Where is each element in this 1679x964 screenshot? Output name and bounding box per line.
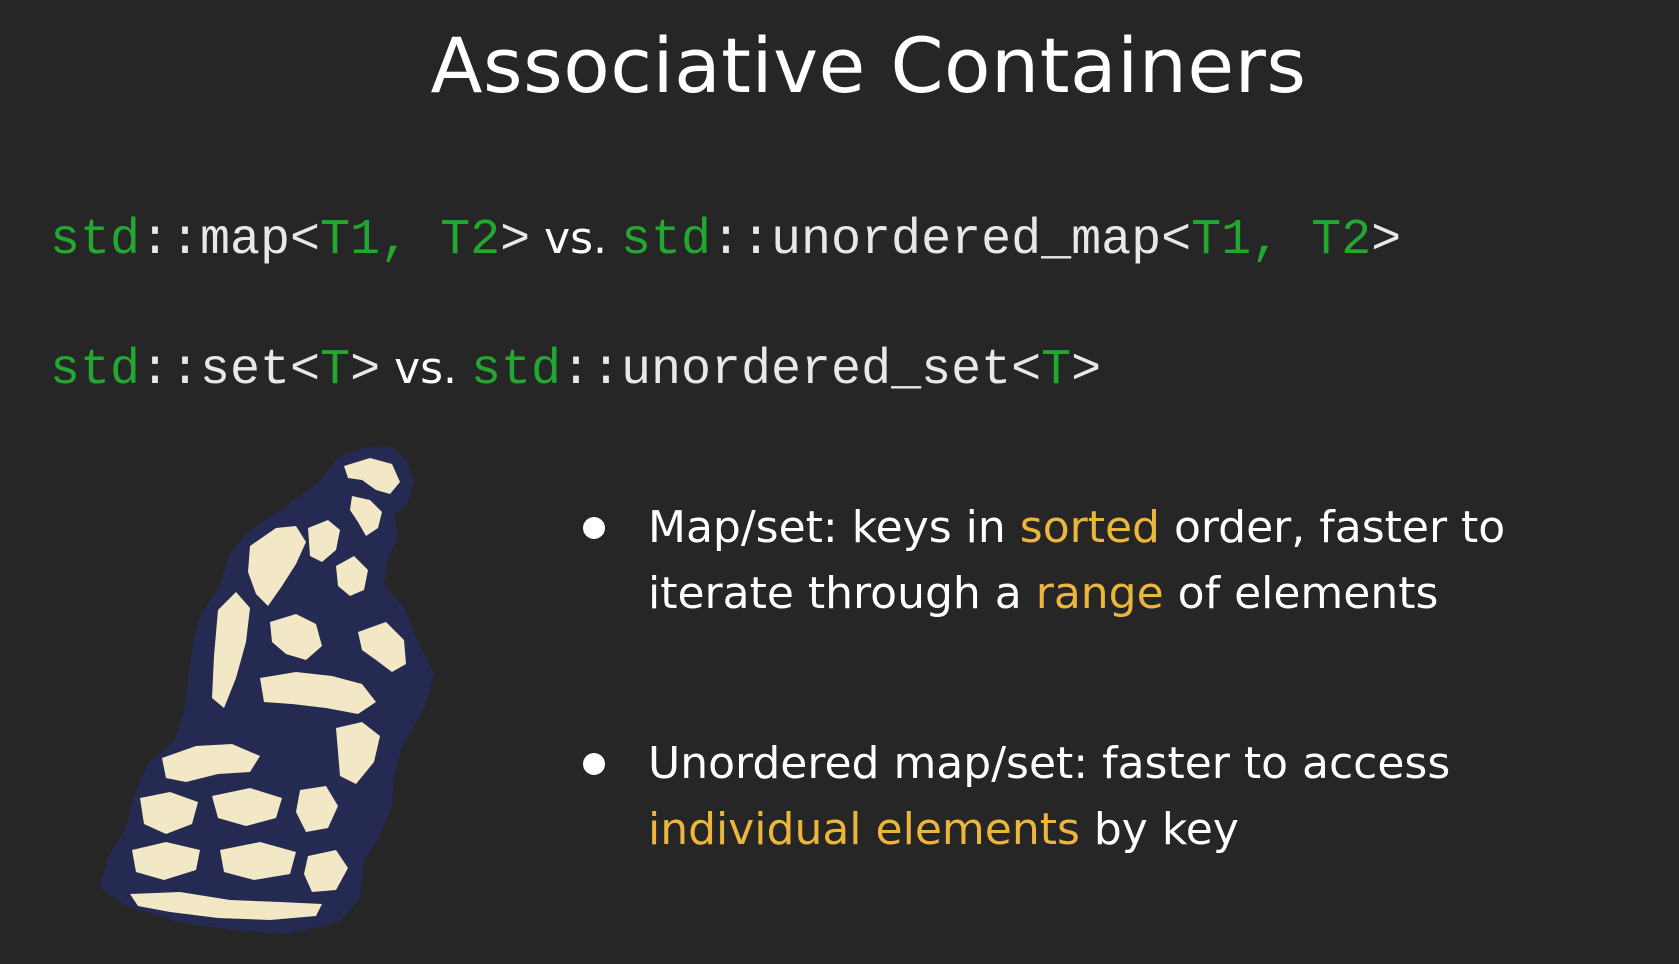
highlighted-term: range: [1035, 568, 1164, 619]
vs-label: vs.: [530, 213, 622, 264]
code-token: ::unordered_set<: [561, 342, 1042, 399]
code-line-map-comparison: std::map<T1, T2> vs. std::unordered_map<…: [50, 216, 1401, 266]
highlighted-term: individual elements: [648, 804, 1080, 855]
code-token: ::map<: [140, 212, 321, 269]
bullet-text-part: Unordered map/set: faster to access: [648, 738, 1451, 789]
code-token: T1, T2: [320, 212, 501, 269]
bullet-text-part: of elements: [1163, 568, 1439, 619]
bullet-item-map-set: Map/set: keys in sorted order, faster to…: [580, 495, 1660, 627]
code-token: std: [471, 342, 562, 399]
thinker-statue-icon: [100, 446, 434, 934]
code-token: std: [50, 212, 141, 269]
bullet-text: Unordered map/set: faster to access indi…: [648, 738, 1450, 855]
bullet-text-part: by key: [1079, 804, 1239, 855]
code-token: std: [50, 342, 141, 399]
bullet-list: Map/set: keys in sorted order, faster to…: [580, 495, 1660, 863]
bullet-dot-icon: [583, 753, 605, 775]
code-token: >: [1371, 212, 1402, 269]
code-token: T1, T2: [1191, 212, 1372, 269]
slide: Associative Containers std::map<T1, T2> …: [0, 0, 1679, 964]
bullet-text-part: Map/set: keys in: [648, 502, 1020, 553]
bullet-dot-icon: [583, 517, 605, 539]
code-token: ::unordered_map<: [711, 212, 1192, 269]
bullet-text: Map/set: keys in sorted order, faster to…: [648, 502, 1505, 619]
code-token: T: [320, 342, 351, 399]
code-token: >: [500, 212, 531, 269]
code-token: ::set<: [140, 342, 321, 399]
bullet-item-unordered-map-set: Unordered map/set: faster to access indi…: [580, 731, 1660, 863]
slide-title: Associative Containers: [430, 21, 1307, 110]
highlighted-term: sorted: [1019, 502, 1160, 553]
code-token: >: [350, 342, 381, 399]
code-token: >: [1071, 342, 1102, 399]
vs-label: vs.: [380, 343, 471, 394]
code-line-set-comparison: std::set<T> vs. std::unordered_set<T>: [50, 346, 1101, 396]
code-token: std: [621, 212, 712, 269]
code-token: T: [1041, 342, 1072, 399]
